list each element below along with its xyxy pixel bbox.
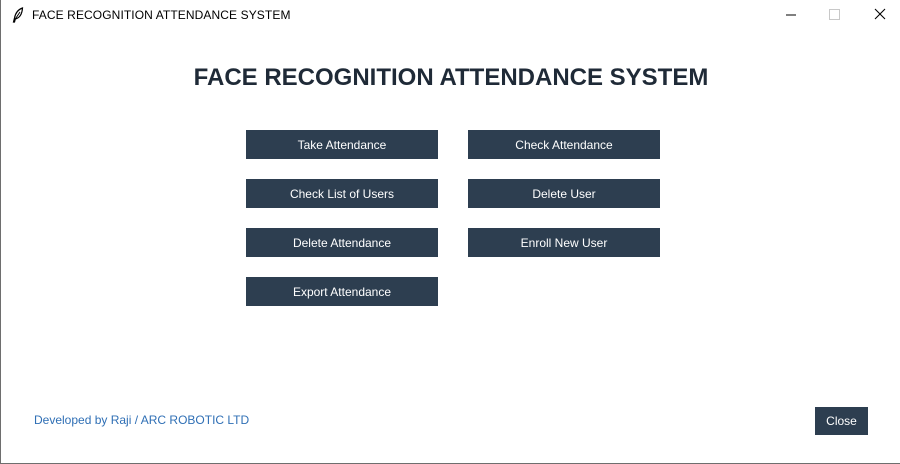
take-attendance-button[interactable]: Take Attendance (246, 130, 438, 159)
feather-icon (11, 7, 25, 23)
maximize-icon (829, 9, 840, 20)
delete-attendance-button[interactable]: Delete Attendance (246, 228, 438, 257)
minimize-button[interactable] (768, 0, 814, 30)
export-attendance-button[interactable]: Export Attendance (246, 277, 438, 306)
close-window-button[interactable] (857, 0, 900, 30)
delete-user-button[interactable]: Delete User (468, 179, 660, 208)
close-button[interactable]: Close (815, 407, 868, 435)
app-window: FACE RECOGNITION ATTENDANCE SYSTEM FACE … (0, 0, 900, 464)
developer-credit: Developed by Raji / ARC ROBOTIC LTD (34, 413, 250, 427)
check-list-of-users-button[interactable]: Check List of Users (246, 179, 438, 208)
page-title: FACE RECOGNITION ATTENDANCE SYSTEM (193, 64, 709, 91)
close-icon (874, 8, 886, 20)
maximize-button[interactable] (811, 0, 857, 30)
check-attendance-button[interactable]: Check Attendance (468, 130, 660, 159)
enroll-new-user-button[interactable]: Enroll New User (468, 228, 660, 257)
window-title: FACE RECOGNITION ATTENDANCE SYSTEM (32, 8, 291, 22)
minimize-icon (786, 14, 796, 16)
title-bar[interactable]: FACE RECOGNITION ATTENDANCE SYSTEM (1, 0, 900, 30)
